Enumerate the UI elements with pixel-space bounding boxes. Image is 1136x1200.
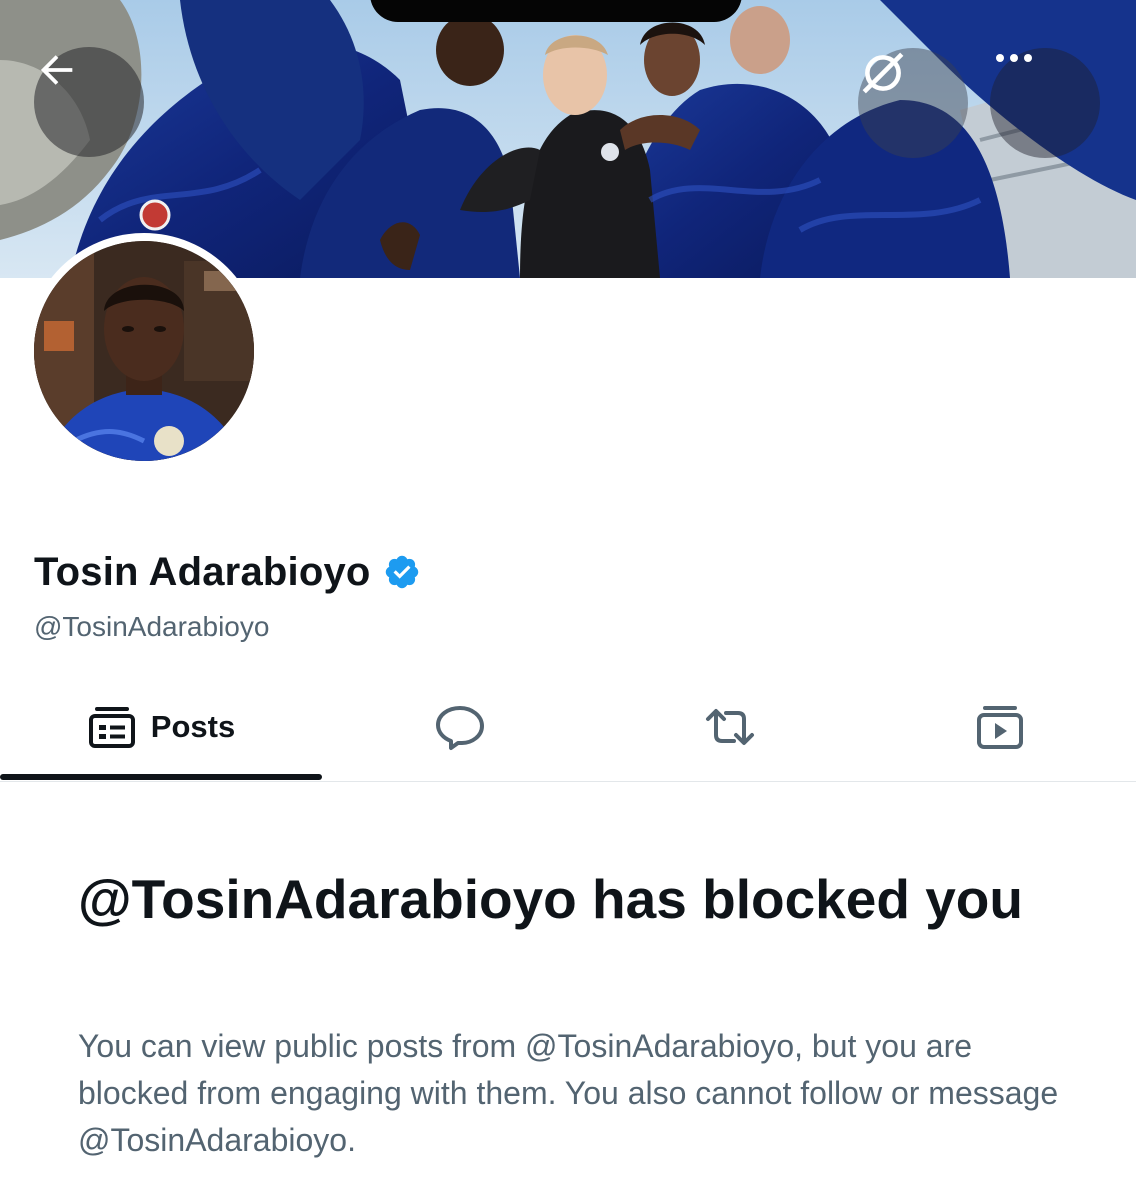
tab-reposts[interactable] [670, 672, 790, 782]
profile-tabs: Posts [0, 672, 1136, 782]
tab-replies[interactable] [400, 672, 520, 782]
blocked-description: You can view public posts from @TosinAda… [78, 1028, 1059, 1158]
posts-icon [88, 707, 135, 748]
repost-icon [706, 709, 754, 745]
tab-posts-label: Posts [150, 709, 236, 744]
device-notch [370, 0, 742, 22]
verified-badge-icon[interactable] [383, 553, 421, 591]
active-tab-indicator [0, 774, 322, 780]
arrow-left-icon [40, 55, 73, 85]
grok-icon [862, 52, 904, 94]
profile-page: Tosin Adarabioyo @TosinAdarabioyo Posts [0, 0, 1136, 1200]
back-button[interactable] [34, 47, 144, 157]
tab-posts[interactable]: Posts [0, 672, 322, 782]
display-name: Tosin Adarabioyo [34, 549, 371, 594]
media-icon [977, 706, 1023, 749]
profile-handle: @TosinAdarabioyo [34, 611, 270, 642]
profile-name-row: Tosin Adarabioyo [34, 545, 421, 599]
more-horizontal-icon [996, 54, 1032, 62]
blocked-title: @TosinAdarabioyo has blocked you [78, 868, 1023, 930]
profile-avatar[interactable] [26, 233, 262, 469]
avatar-image [34, 241, 254, 461]
avatar-photo [34, 241, 254, 461]
reply-icon [436, 706, 484, 750]
tab-media[interactable] [940, 672, 1060, 782]
grok-button[interactable] [858, 48, 968, 158]
more-button[interactable] [990, 48, 1100, 158]
